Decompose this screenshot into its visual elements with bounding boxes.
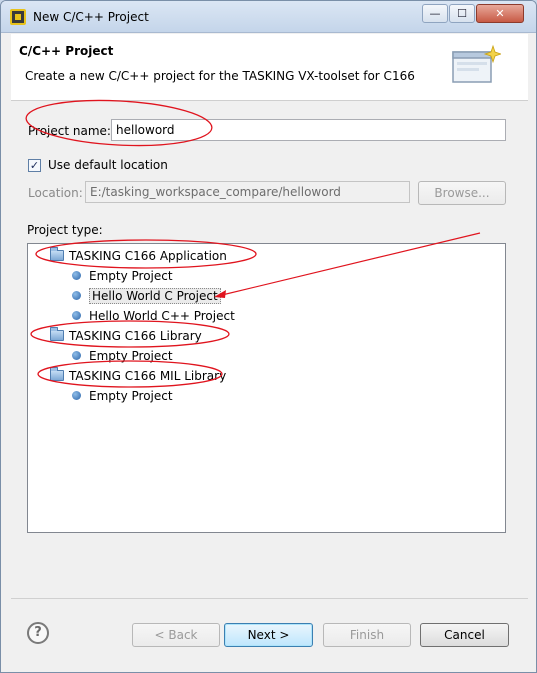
use-default-location-checkbox[interactable]: ✓ [28,159,41,172]
tree-item-hello-world-c[interactable]: Hello World C Project [72,287,221,305]
folder-icon [50,247,64,261]
project-name-label: Project name: [28,124,111,138]
folder-icon [50,367,64,381]
tree-item-empty-project[interactable]: Empty Project [72,267,173,285]
maximize-button[interactable]: ☐ [449,4,475,23]
tree-item-label: Hello World C Project [89,288,221,304]
location-label: Location: [28,186,83,200]
page-title: C/C++ Project [19,44,114,58]
tree-folder-c166-library[interactable]: TASKING C166 Library [50,327,202,345]
project-bullet-icon [72,291,81,300]
tree-folder-c166-application[interactable]: TASKING C166 Application [50,247,227,265]
folder-icon [50,327,64,341]
page-description: Create a new C/C++ project for the TASKI… [25,69,415,83]
wizard-header: C/C++ Project Create a new C/C++ project… [11,34,528,101]
tree-folder-c166-mil-library[interactable]: TASKING C166 MIL Library [50,367,226,385]
project-bullet-icon [72,391,81,400]
tree-item-empty-project[interactable]: Empty Project [72,347,173,365]
button-bar-separator [11,598,528,599]
back-button[interactable]: < Back [132,623,220,647]
minimize-button[interactable]: — [422,4,448,23]
help-icon[interactable]: ? [27,622,49,644]
title-bar[interactable]: New C/C++ Project — ☐ ✕ [1,1,536,33]
project-bullet-icon [72,351,81,360]
app-chip-icon [10,9,26,25]
project-name-input[interactable] [111,119,506,141]
tree-item-label: Empty Project [89,269,173,283]
tree-item-label: TASKING C166 MIL Library [69,369,227,383]
browse-button[interactable]: Browse... [418,181,506,205]
wizard-content: Project name: ✓ Use default location Loc… [11,102,528,672]
tree-item-empty-project[interactable]: Empty Project [72,387,173,405]
tree-item-label: Hello World C++ Project [89,309,235,323]
close-button[interactable]: ✕ [476,4,524,23]
new-project-dialog: New C/C++ Project — ☐ ✕ C/C++ Project Cr… [0,0,537,673]
tree-item-label: TASKING C166 Application [69,249,227,263]
next-button[interactable]: Next > [224,623,313,647]
window-title: New C/C++ Project [33,10,149,24]
wizard-window-icon [452,44,501,83]
tree-item-label: TASKING C166 Library [69,329,202,343]
project-bullet-icon [72,311,81,320]
project-type-tree[interactable]: TASKING C166 Application Empty Project H… [27,243,506,533]
location-input[interactable] [85,181,410,203]
tree-item-label: Empty Project [89,389,173,403]
use-default-location-label: Use default location [48,158,168,172]
project-bullet-icon [72,271,81,280]
project-type-label: Project type: [27,223,103,237]
tree-item-hello-world-cpp[interactable]: Hello World C++ Project [72,307,235,325]
tree-item-label: Empty Project [89,349,173,363]
finish-button[interactable]: Finish [323,623,411,647]
cancel-button[interactable]: Cancel [420,623,509,647]
